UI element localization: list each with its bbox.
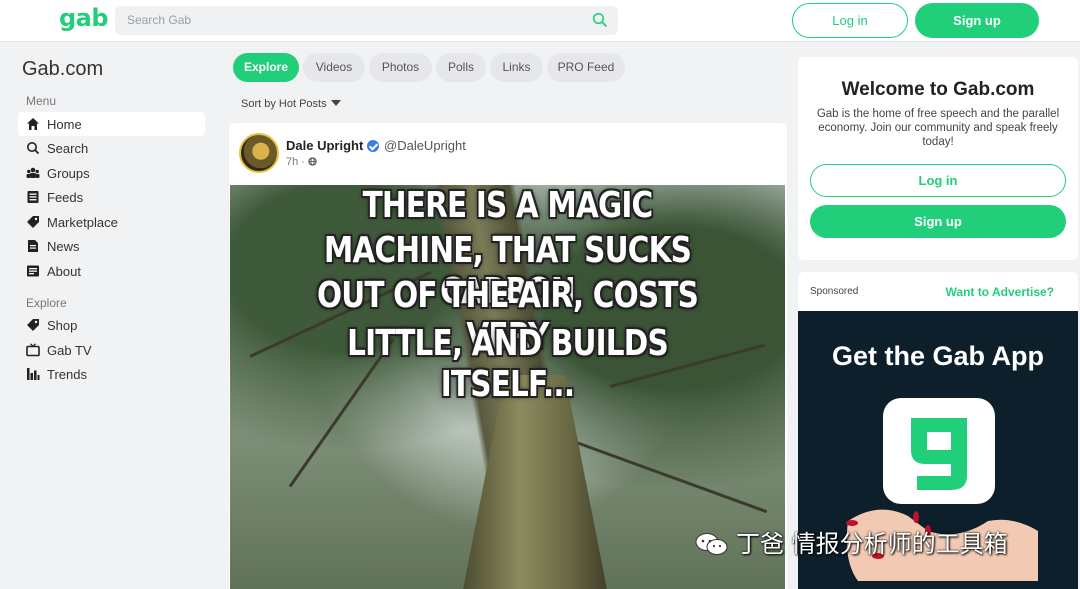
meme-text-line-1: THERE IS A MAGIC [362, 185, 654, 226]
groups-icon [26, 167, 40, 178]
tab-pro-feed[interactable]: PRO Feed [547, 53, 625, 82]
tag-icon [27, 216, 39, 228]
sort-dropdown[interactable]: Sort by Hot Posts [241, 98, 341, 110]
meme-text-line-4: LITTLE, AND BUILDS ITSELF... [347, 323, 669, 405]
signup-button[interactable]: Sign up [915, 3, 1039, 38]
login-button[interactable]: Log in [792, 3, 908, 38]
sidebar-item-news[interactable]: News [18, 234, 205, 258]
ad-title: Get the Gab App [831, 341, 1044, 371]
home-icon [27, 118, 39, 130]
gab-logo[interactable]: gab [59, 4, 109, 32]
search-icon[interactable] [592, 12, 608, 28]
sidebar-item-label: About [47, 264, 81, 279]
sidebar-item-about[interactable]: About [18, 259, 205, 283]
hand-icon [846, 509, 1038, 581]
sort-prefix: Sort by [241, 98, 276, 110]
tv-icon [26, 343, 40, 357]
globe-icon [308, 157, 317, 166]
sidebar-item-label: News [47, 239, 80, 254]
sidebar-item-label: Feeds [47, 190, 84, 205]
sidebar-item-label: Marketplace [47, 215, 118, 230]
welcome-card: Welcome to Gab.com Gab is the home of fr… [798, 57, 1078, 260]
sidebar-item-search[interactable]: Search [18, 136, 205, 160]
sidebar-item-label: Search [47, 141, 89, 156]
watermark: 丁爸 情报分析师的工具箱 [694, 524, 1008, 559]
avatar[interactable] [239, 133, 279, 173]
sidebar-item-shop[interactable]: Shop [18, 313, 205, 337]
search-placeholder: Search Gab [127, 13, 192, 27]
tab-links[interactable]: Links [490, 53, 543, 82]
post-card: Dale Upright @DaleUpright 7h · THERE IS … [229, 123, 787, 589]
tab-videos[interactable]: Videos [303, 53, 365, 82]
trends-icon [27, 368, 40, 380]
tab-polls[interactable]: Polls [436, 53, 486, 82]
sort-value: Hot Posts [278, 98, 327, 110]
sidebar-item-home[interactable]: Home [18, 112, 205, 136]
search-input[interactable]: Search Gab [115, 6, 618, 35]
sidebar-item-gab-tv[interactable]: Gab TV [18, 338, 205, 362]
post-meta: 7h · [286, 156, 317, 168]
tab-photos[interactable]: Photos [369, 53, 432, 82]
sidebar-item-label: Gab TV [47, 343, 92, 358]
sidebar-item-trends[interactable]: Trends [18, 362, 205, 386]
tab-explore[interactable]: Explore [233, 53, 299, 82]
sidebar-item-marketplace[interactable]: Marketplace [18, 210, 205, 234]
wechat-icon [695, 533, 728, 555]
welcome-title: Welcome to Gab.com [841, 79, 1035, 100]
watermark-text: 丁爸 情报分析师的工具箱 [736, 530, 1008, 558]
post-time[interactable]: 7h · [286, 156, 305, 168]
search-icon [27, 142, 40, 155]
post-author[interactable]: Dale Upright [286, 138, 363, 153]
post-handle[interactable]: @DaleUpright [384, 138, 466, 153]
welcome-signup-button[interactable]: Sign up [810, 205, 1066, 238]
sidebar-item-label: Home [47, 117, 82, 132]
sidebar-item-label: Trends [47, 367, 87, 382]
sidebar-item-feeds[interactable]: Feeds [18, 185, 205, 209]
sponsored-label: Sponsored [810, 286, 859, 297]
sidebar-item-label: Shop [47, 318, 78, 333]
site-title: Gab.com [22, 58, 104, 80]
verified-icon [367, 140, 379, 152]
tag-icon [27, 319, 39, 331]
sidebar-item-label: Groups [47, 166, 90, 181]
feeds-icon [27, 191, 39, 203]
sidebar-item-groups[interactable]: Groups [18, 161, 205, 185]
news-icon [28, 240, 38, 252]
explore-heading: Explore [26, 296, 67, 310]
top-bar: gab Search Gab Log in Sign up [0, 0, 1080, 42]
welcome-description: Gab is the home of free speech and the p… [816, 108, 1060, 148]
advertise-link[interactable]: Want to Advertise? [946, 285, 1054, 299]
caret-down-icon [330, 100, 341, 106]
about-icon [27, 265, 39, 277]
welcome-login-button[interactable]: Log in [810, 164, 1066, 197]
menu-heading: Menu [26, 94, 57, 108]
